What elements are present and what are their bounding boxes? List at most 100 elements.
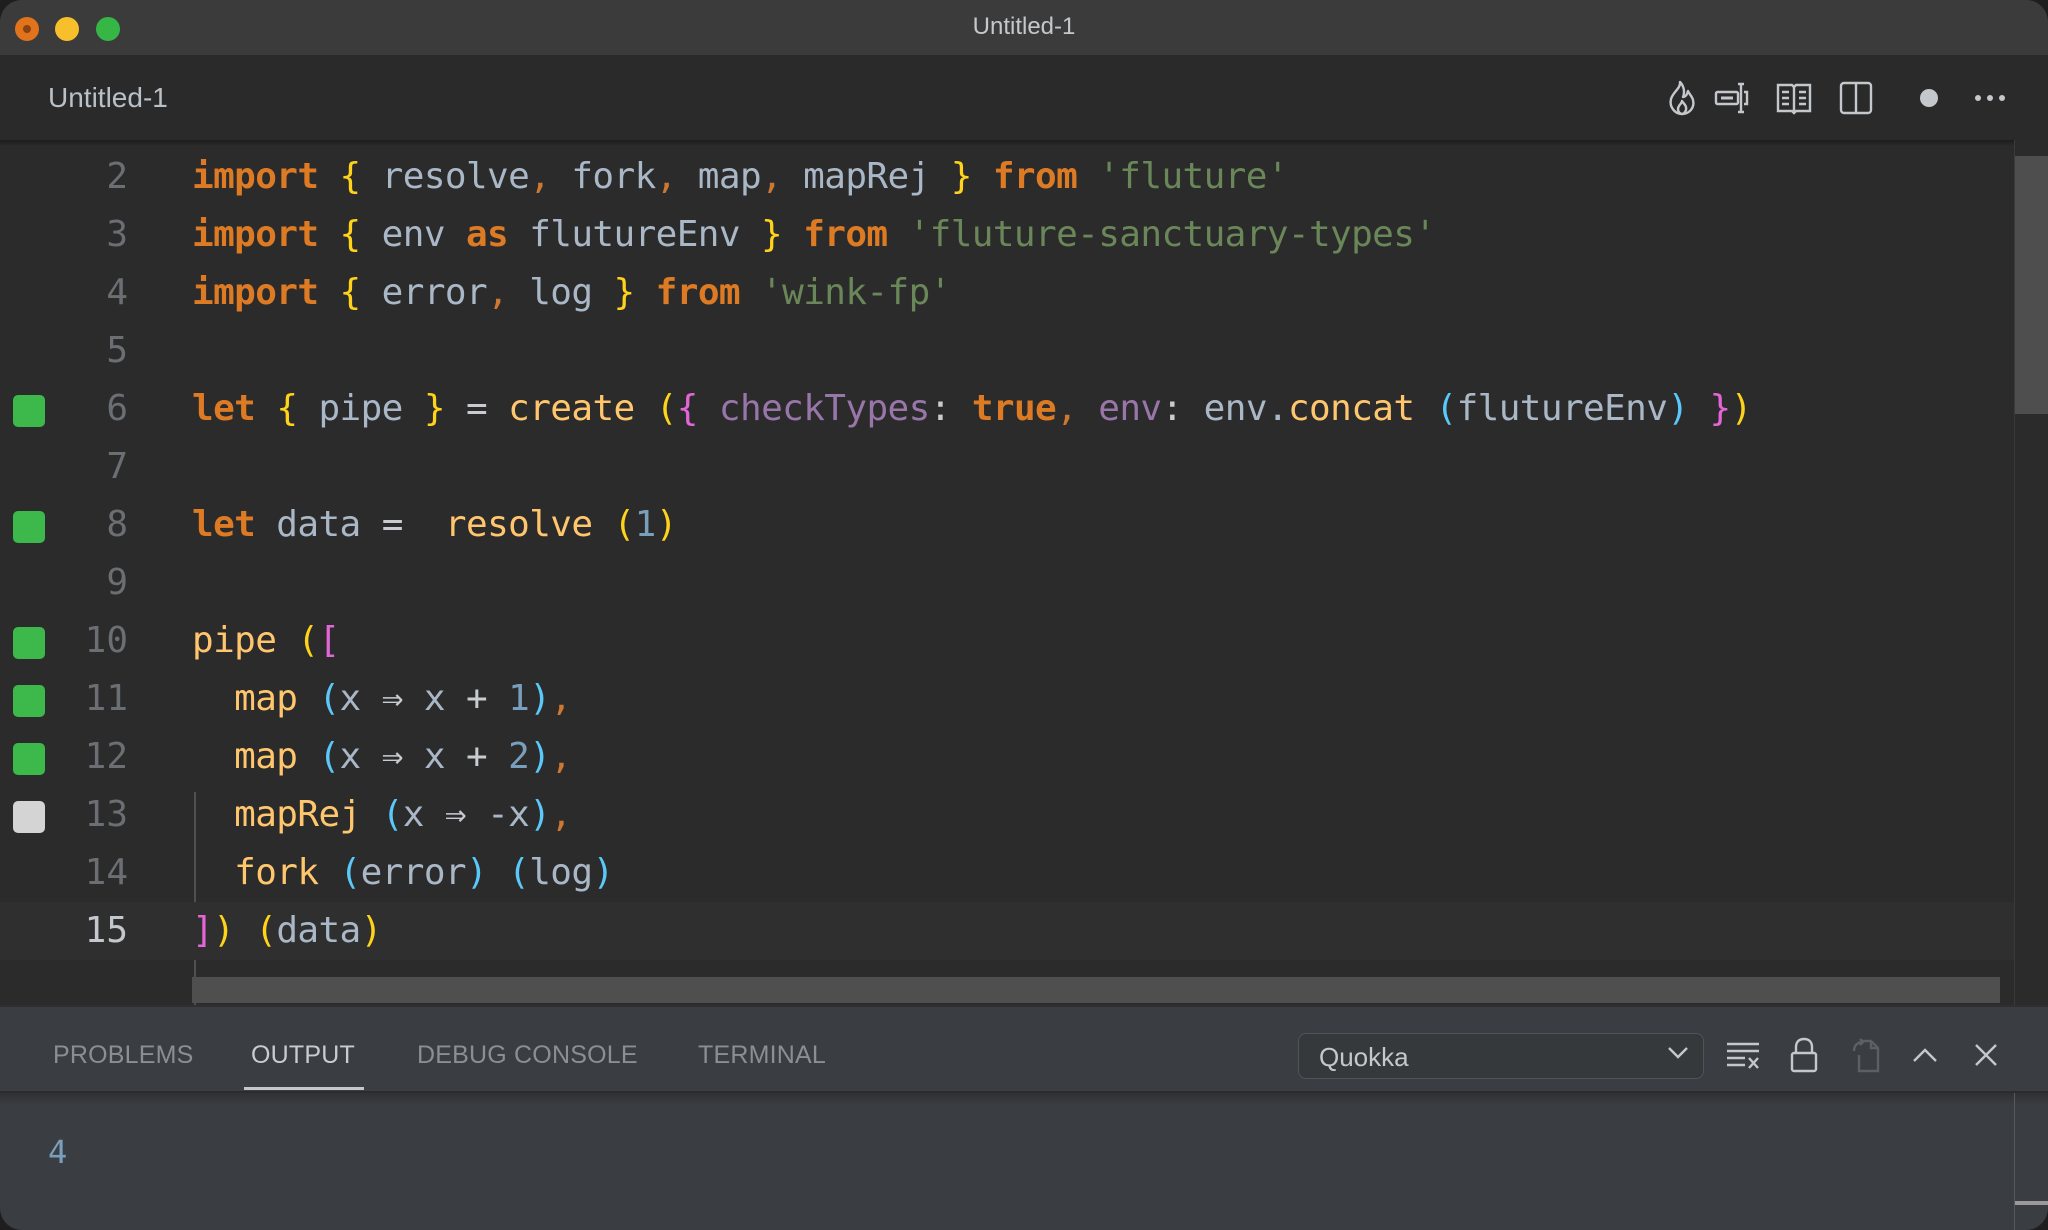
token-kw: true [971, 388, 1057, 429]
code-text: fork (error) (log) [192, 850, 614, 896]
token-b1: ( [613, 504, 636, 545]
close-panel-icon[interactable] [1966, 1035, 2006, 1075]
open-preview-icon[interactable] [1774, 78, 1814, 118]
coverage-covered-icon[interactable] [13, 395, 45, 427]
coverage-covered-icon[interactable] [13, 685, 45, 717]
code-line[interactable]: 7 [0, 438, 2014, 496]
token-b3: ) [592, 852, 614, 893]
line-number: 10 [84, 620, 128, 661]
output-content: 4 [48, 1133, 68, 1171]
token-prop: checkTypes [718, 388, 930, 429]
token-fn: mapRej [234, 794, 361, 835]
code-text: map (x ⇒ x + 2), [192, 734, 572, 780]
panel-tab-debug-console[interactable]: DEBUG CONSOLE [417, 1041, 638, 1070]
token-kw: as [465, 214, 509, 255]
clear-output-icon[interactable] [1723, 1035, 1763, 1075]
token-b1: { [339, 214, 362, 255]
code-line[interactable]: 3 import { env as flutureEnv } from 'flut… [0, 206, 2014, 264]
token-id [1414, 388, 1435, 429]
code-line[interactable]: 11 map (x ⇒ x + 1), [0, 670, 2014, 728]
coverage-covered-icon[interactable] [13, 627, 45, 659]
coverage-covered-icon[interactable] [13, 511, 45, 543]
token-id: flutureEnv [1456, 388, 1668, 429]
token-id: flutureEnv [508, 214, 762, 255]
code-editor[interactable]: 1import { create, env } from 'sanctuary'… [0, 140, 2048, 1005]
token-num: 2 [508, 736, 530, 777]
token-id: x [339, 736, 382, 777]
token-punc: , [655, 156, 678, 197]
token-punc: , [761, 156, 783, 197]
output-channel-select[interactable]: Quokka [1298, 1033, 1704, 1079]
more-actions-icon[interactable] [1970, 78, 2010, 118]
token-id: x [402, 678, 467, 719]
token-b2: } [1709, 388, 1731, 429]
editor-tab-untitled[interactable]: Untitled-1 [48, 82, 168, 114]
token-b1: ) [213, 910, 235, 951]
token-id [297, 736, 318, 777]
panel-tab-problems[interactable]: PROBLEMS [53, 1041, 194, 1070]
code-line[interactable]: 2 import { resolve, fork, map, mapRej } f… [0, 148, 2014, 206]
token-b1: { [276, 388, 298, 429]
code-line[interactable]: 8 let data = resolve (1) [0, 496, 2014, 554]
token-fn: create [508, 388, 635, 429]
coverage-uncovered-icon[interactable] [13, 801, 45, 833]
token-kw: let [192, 504, 256, 545]
coverage-covered-icon[interactable] [13, 743, 45, 775]
token-fn: pipe [192, 620, 277, 661]
token-op: : [1161, 388, 1204, 429]
token-str: 'fluture' [1098, 156, 1288, 197]
code-line[interactable]: 15]) (data) [0, 902, 2014, 960]
window-title: Untitled-1 [972, 13, 1076, 40]
token-prop: env [1098, 388, 1162, 429]
panel-tab-output[interactable]: OUTPUT [251, 1041, 355, 1070]
code-line[interactable]: 4 import { error, log } from 'wink-fp' [0, 264, 2014, 322]
token-id: data [255, 504, 382, 545]
editor-tab-bar: Untitled-1 [0, 56, 2048, 140]
token-kw: let [192, 388, 256, 429]
panel-shadow [0, 1093, 2048, 1105]
code-line[interactable]: 14 fork (error) (log) [0, 844, 2014, 902]
line-number: 8 [106, 504, 128, 545]
code-line[interactable]: 12 map (x ⇒ x + 2), [0, 728, 2014, 786]
token-fn: map [234, 736, 298, 777]
token-punc: , [550, 736, 572, 777]
open-log-file-icon [1846, 1035, 1886, 1075]
token-b3: ( [508, 852, 530, 893]
vertical-scrollbar-thumb[interactable] [2015, 156, 2048, 414]
token-id: error [360, 272, 488, 313]
maximize-panel-icon[interactable] [1905, 1035, 1945, 1075]
line-number: 5 [106, 330, 128, 371]
code-line[interactable]: 13 mapRej (x ⇒ -x), [0, 786, 2014, 844]
panel-tab-terminal[interactable]: TERMINAL [698, 1041, 826, 1070]
code-line[interactable]: 9 [0, 554, 2014, 612]
code-line[interactable]: 10 pipe ([ [0, 612, 2014, 670]
quokka-flame-icon[interactable] [1662, 78, 1702, 118]
token-id: log [508, 272, 614, 313]
code-text: pipe ([ [192, 618, 340, 664]
horizontal-scrollbar[interactable] [192, 977, 2000, 1003]
line-number: 3 [106, 214, 128, 255]
line-number: 4 [106, 272, 128, 313]
token-op: : [929, 388, 972, 429]
code-line[interactable]: 5 [0, 322, 2014, 380]
line-number: 7 [106, 446, 128, 487]
output-scrollbar-track[interactable] [2014, 1093, 2015, 1230]
unsaved-dot-icon[interactable] [1909, 78, 1949, 118]
code-text: ]) (data) [192, 908, 382, 954]
token-str: 'fluture-sanctuary-types' [908, 214, 1436, 255]
token-b2: { [676, 388, 699, 429]
split-editor-icon[interactable] [1836, 78, 1876, 118]
token-kw: import [192, 156, 319, 197]
line-number: 2 [106, 156, 128, 197]
token-id [782, 214, 803, 255]
token-id [1688, 388, 1709, 429]
lock-scroll-icon[interactable] [1784, 1035, 1824, 1075]
code-text: import { error, log } from 'wink-fp' [192, 270, 951, 316]
token-id [1077, 388, 1098, 429]
title-bar: Untitled-1 [0, 0, 2048, 56]
code-line[interactable]: 6 let { pipe } = create ({ checkTypes: tr… [0, 380, 2014, 438]
token-b1: } [423, 388, 446, 429]
rename-field-icon[interactable] [1712, 78, 1752, 118]
token-fn: resolve [444, 504, 593, 545]
token-id [361, 794, 382, 835]
